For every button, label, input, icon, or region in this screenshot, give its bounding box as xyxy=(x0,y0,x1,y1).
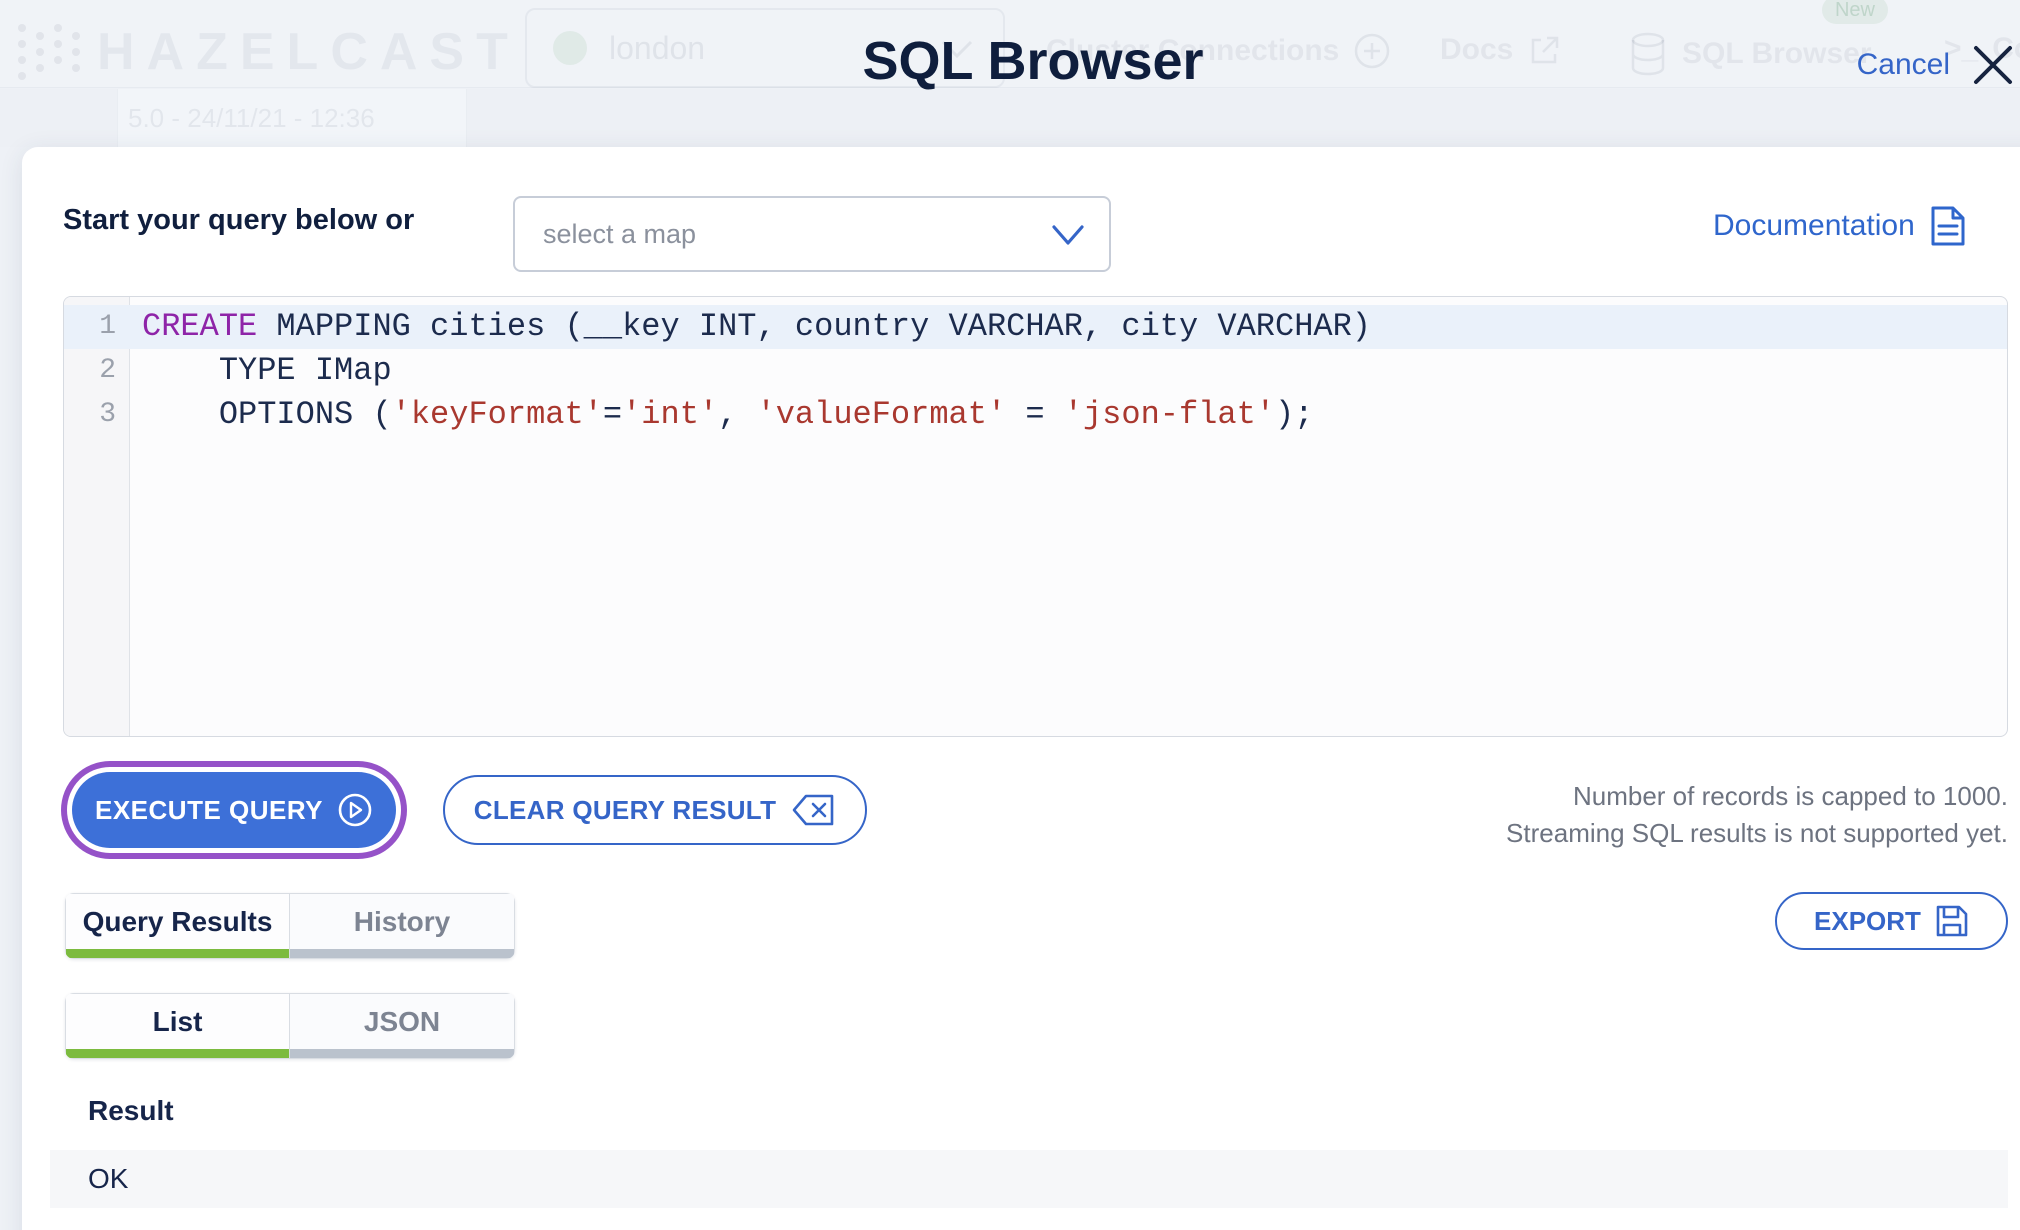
version-tab: 5.0 - 24/11/21 - 12:36 xyxy=(117,89,467,147)
tab-history[interactable]: History xyxy=(290,893,515,959)
line-number: 3 xyxy=(99,399,116,430)
document-icon xyxy=(1931,206,1965,246)
sql-code-editor[interactable]: 1 CREATE MAPPING cities (__key INT, coun… xyxy=(63,296,2008,737)
documentation-link[interactable]: Documentation xyxy=(1713,204,1967,248)
export-label: EXPORT xyxy=(1814,905,1921,936)
code-line: 2 TYPE IMap xyxy=(64,349,2007,393)
map-select-placeholder: select a map xyxy=(543,218,697,249)
map-select-dropdown[interactable]: select a map xyxy=(513,196,1111,272)
dimmed-toolbar: 5.0 - 24/11/21 - 12:36 xyxy=(0,89,2020,147)
sql-browser-panel: Start your query below or select a map D… xyxy=(22,147,2020,1230)
execute-query-label: EXECUTE QUERY xyxy=(94,794,324,825)
tab-list[interactable]: List xyxy=(65,993,290,1059)
view-tab-group: List JSON xyxy=(65,993,515,1059)
sql-browser-screen: HAZELCAST london Cluster Connections Doc… xyxy=(0,0,2020,1230)
query-prompt-label: Start your query below or xyxy=(63,204,415,236)
play-circle-icon xyxy=(338,793,372,827)
line-number: 2 xyxy=(99,355,116,386)
clear-query-result-label: CLEAR QUERY RESULT xyxy=(473,794,777,825)
documentation-label: Documentation xyxy=(1713,209,1915,242)
result-column-header: Result xyxy=(88,1095,174,1126)
result-cell: OK xyxy=(88,1163,129,1194)
tab-query-results[interactable]: Query Results xyxy=(65,893,290,959)
page-title: SQL Browser xyxy=(862,31,1204,91)
execute-query-button[interactable]: EXECUTE QUERY xyxy=(72,772,396,848)
code-line: 1 CREATE MAPPING cities (__key INT, coun… xyxy=(64,305,2007,349)
results-tab-group: Query Results History xyxy=(65,893,515,959)
close-icon[interactable] xyxy=(1970,42,2016,88)
chevron-down-icon xyxy=(1052,225,1084,245)
line-number: 1 xyxy=(99,311,116,342)
tab-json[interactable]: JSON xyxy=(290,993,515,1059)
modal-close-controls: Cancel xyxy=(1857,42,2016,88)
query-limit-notes: Number of records is capped to 1000. Str… xyxy=(1506,778,2008,852)
new-badge: New xyxy=(1822,0,1888,24)
cancel-button[interactable]: Cancel xyxy=(1857,48,1950,82)
note-records-cap: Number of records is capped to 1000. xyxy=(1572,781,2008,811)
active-tab-indicator xyxy=(66,1049,289,1058)
code-line: 3 OPTIONS ('keyFormat'='int', 'valueForm… xyxy=(64,393,2007,437)
clear-query-result-button[interactable]: CLEAR QUERY RESULT xyxy=(443,775,867,845)
inactive-tab-indicator xyxy=(290,949,514,958)
table-row: OK xyxy=(50,1150,2008,1208)
code-text: CREATE MAPPING cities (__key INT, countr… xyxy=(142,308,1371,345)
inactive-tab-indicator xyxy=(290,1049,514,1058)
save-icon xyxy=(1936,905,1968,937)
active-tab-indicator xyxy=(66,949,289,958)
note-streaming: Streaming SQL results is not supported y… xyxy=(1506,818,2008,848)
code-text: OPTIONS ('keyFormat'='int', 'valueFormat… xyxy=(142,396,1314,433)
backspace-icon xyxy=(792,794,834,826)
export-button[interactable]: EXPORT xyxy=(1775,892,2008,950)
code-text: TYPE IMap xyxy=(142,352,392,389)
